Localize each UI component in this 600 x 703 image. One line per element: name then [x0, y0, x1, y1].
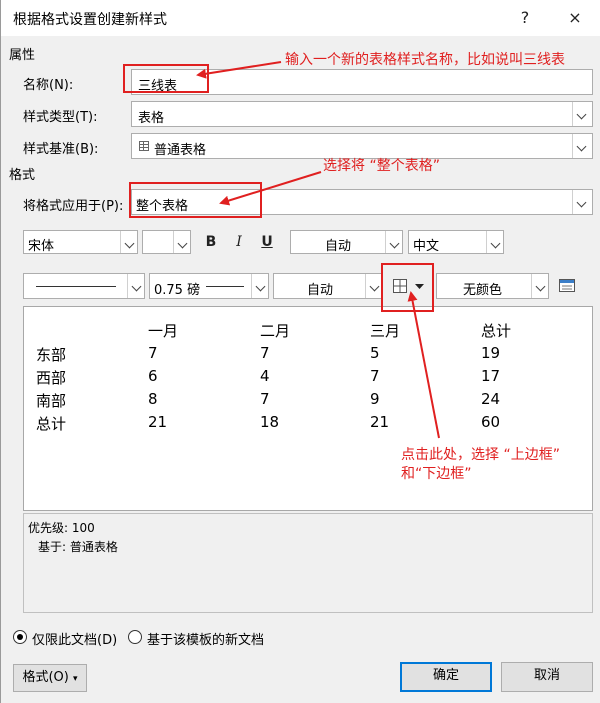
preview-header: 总计 [481, 322, 512, 340]
preview-cell: 8 [148, 390, 158, 408]
preview-cell: 西部 [36, 369, 67, 387]
preview-cell: 60 [481, 413, 501, 431]
create-style-dialog: 根据格式设置创建新样式 ? × 属性 名称(N): 三线表 样式类型(T): 表… [0, 0, 600, 703]
chevron-down-icon[interactable] [531, 274, 548, 298]
dialog-title: 根据格式设置创建新样式 [13, 12, 167, 28]
shading-value: 无颜色 [463, 283, 503, 298]
bold-button[interactable]: B [200, 231, 222, 253]
preview-cell: 南部 [36, 392, 67, 410]
table-preview: 一月 二月 三月 总计 东部 7 7 5 19 西部 6 4 7 17 南部 8… [23, 306, 593, 511]
borders-highlight-box [381, 263, 434, 312]
preview-cell: 4 [260, 367, 270, 385]
table-properties-icon[interactable] [559, 279, 579, 293]
line-style-select[interactable] [23, 273, 145, 299]
border-color-select[interactable]: 自动 [273, 273, 383, 299]
chevron-down-icon[interactable] [251, 274, 268, 298]
preview-cell: 7 [148, 344, 158, 362]
style-type-label: 样式类型(T): [23, 110, 98, 125]
caret-down-icon: ▾ [73, 674, 78, 684]
chevron-down-icon[interactable] [572, 134, 592, 158]
preview-cell: 总计 [36, 415, 67, 433]
font-select[interactable]: 宋体 [23, 230, 138, 254]
script-value: 中文 [413, 239, 440, 254]
format-button-label: 格式(O) [22, 670, 69, 685]
chevron-down-icon[interactable] [572, 190, 592, 214]
properties-section-label: 属性 [9, 48, 36, 63]
new-documents-radio[interactable] [128, 630, 142, 644]
line-style-sample [36, 286, 116, 287]
preview-cell: 24 [481, 390, 501, 408]
chevron-down-icon[interactable] [365, 274, 382, 298]
new-documents-label[interactable]: 基于该模板的新文档 [147, 629, 264, 648]
chevron-down-icon[interactable] [486, 231, 503, 253]
line-width-sample [206, 286, 244, 287]
border-annotation-text-2: 和“下边框” [401, 466, 472, 482]
format-menu-button[interactable]: 格式(O) ▾ [13, 664, 87, 692]
chevron-down-icon[interactable] [572, 102, 592, 126]
ok-button[interactable]: 确定 [400, 662, 492, 692]
style-description: 优先级: 100 基于: 普通表格 [23, 513, 593, 613]
preview-cell: 21 [370, 413, 390, 431]
style-based-label: 样式基准(B): [23, 142, 99, 157]
close-icon[interactable]: × [563, 6, 587, 30]
preview-header: 一月 [148, 322, 179, 340]
apply-to-label: 将格式应用于(P): [23, 199, 124, 214]
shading-select[interactable]: 无颜色 [436, 273, 549, 299]
style-based-value: 普通表格 [154, 143, 207, 158]
preview-cell: 6 [148, 367, 158, 385]
chevron-down-icon[interactable] [120, 231, 137, 253]
name-annotation-text: 输入一个新的表格样式名称，比如说叫三线表 [285, 52, 565, 68]
priority-text: 优先级: 100 [28, 521, 95, 535]
apply-annotation-text: 选择将 “整个表格” [323, 158, 440, 174]
style-type-value: 表格 [138, 111, 165, 126]
preview-cell: 9 [370, 390, 380, 408]
only-this-document-label[interactable]: 仅限此文档(D) [32, 629, 117, 648]
font-value: 宋体 [28, 239, 55, 254]
preview-cell: 21 [148, 413, 168, 431]
preview-cell: 18 [260, 413, 280, 431]
title-bar: 根据格式设置创建新样式 ? × [1, 0, 600, 36]
font-color-value: 自动 [325, 239, 352, 254]
script-select[interactable]: 中文 [408, 230, 504, 254]
preview-cell: 东部 [36, 346, 67, 364]
border-color-value: 自动 [307, 283, 334, 298]
name-highlight-box [123, 64, 209, 93]
preview-cell: 19 [481, 344, 501, 362]
based-on-text: 基于: 普通表格 [38, 540, 118, 554]
preview-cell: 7 [260, 344, 270, 362]
preview-cell: 5 [370, 344, 380, 362]
chevron-down-icon[interactable] [173, 231, 190, 253]
preview-header: 三月 [370, 322, 401, 340]
only-this-document-radio[interactable] [13, 630, 27, 644]
style-type-select[interactable]: 表格 [131, 101, 593, 127]
chevron-down-icon[interactable] [127, 274, 144, 298]
italic-button[interactable]: I [228, 231, 250, 253]
help-icon[interactable]: ? [513, 6, 537, 30]
name-label: 名称(N): [23, 78, 74, 93]
underline-button[interactable]: U [256, 231, 278, 253]
cancel-button[interactable]: 取消 [501, 662, 593, 692]
font-size-select[interactable] [142, 230, 191, 254]
preview-cell: 7 [260, 390, 270, 408]
line-width-value: 0.75 磅 [154, 283, 201, 298]
preview-header: 二月 [260, 322, 291, 340]
border-annotation-text-1: 点击此处，选择 “上边框” [401, 447, 560, 463]
preview-cell: 17 [481, 367, 501, 385]
chevron-down-icon[interactable] [385, 231, 402, 253]
preview-cell: 7 [370, 367, 380, 385]
line-width-select[interactable]: 0.75 磅 [149, 273, 269, 299]
table-style-icon [139, 141, 149, 151]
font-color-select[interactable]: 自动 [290, 230, 403, 254]
format-section-label: 格式 [9, 168, 36, 183]
apply-highlight-box [129, 182, 262, 218]
